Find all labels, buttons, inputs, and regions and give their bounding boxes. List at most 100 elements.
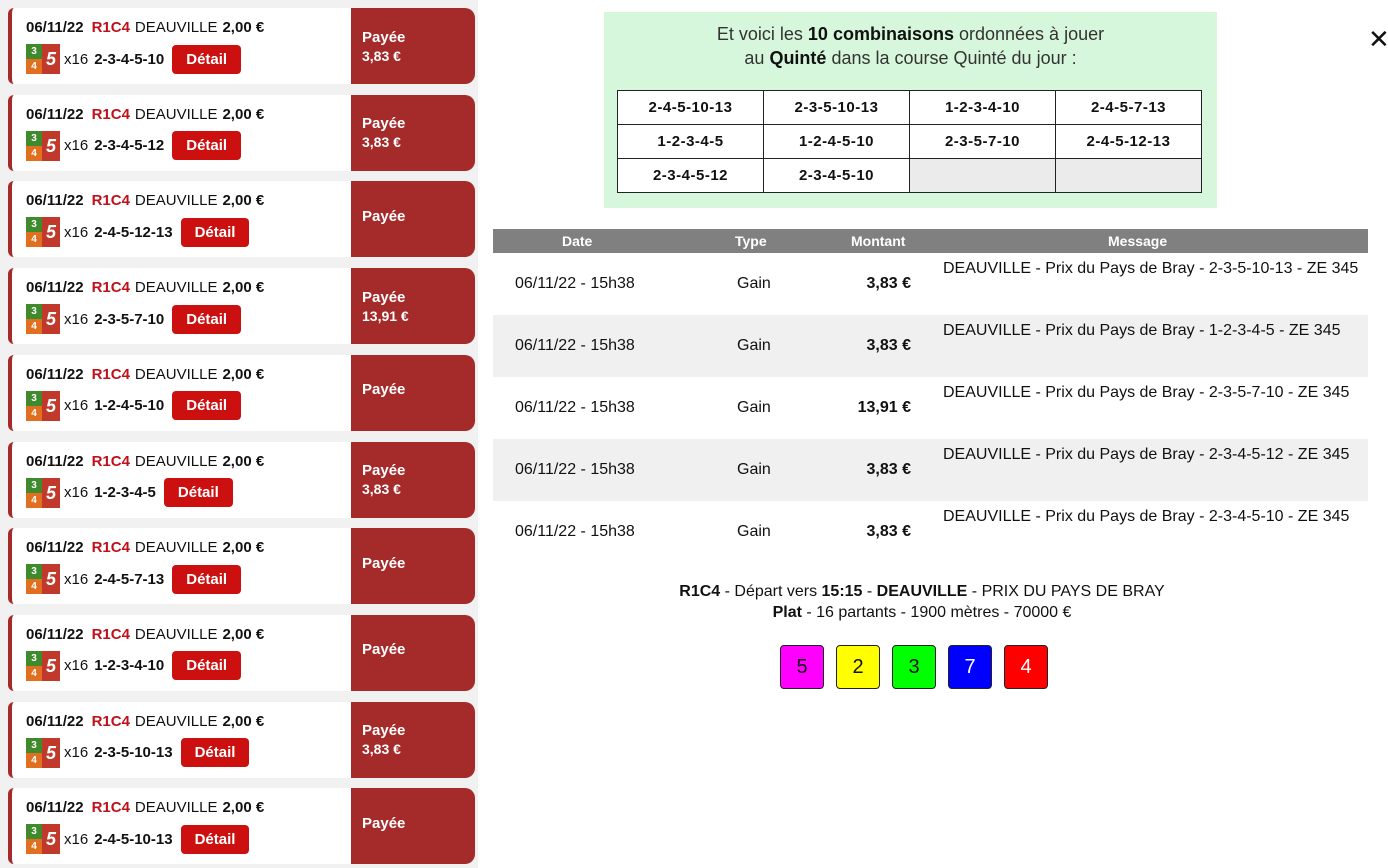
detail-button[interactable]: Détail <box>172 44 242 74</box>
detail-button[interactable]: Détail <box>172 131 242 161</box>
combination-cell: 2-3-5-10-13 <box>763 90 910 125</box>
status-payout: 3,83 € <box>362 481 401 497</box>
bet-combination: 2-3-5-7-10 <box>94 310 165 328</box>
race-venue: DEAUVILLE <box>876 583 968 600</box>
quinte-345-icon: 345 <box>26 44 60 74</box>
bet-status: Payée <box>351 181 475 258</box>
combination-cell <box>1055 158 1202 193</box>
transaction-amount: 3,83 € <box>866 523 911 540</box>
bet-multiplier: x16 <box>64 570 89 588</box>
bet-summary: 06/11/22 R1C4 DEAUVILLE 2,00 € <box>26 799 264 816</box>
bet-status: Payée 3,83 € <box>351 94 475 171</box>
transaction-row: 06/11/22 - 15h38 Gain 13,91 € DEAUVILLE - P… <box>493 377 1368 439</box>
detail-button[interactable]: Détail <box>172 564 242 594</box>
bet-combination-line: 3 4 5 x16 2-3-4-5-12 Détail <box>26 130 242 161</box>
bet-card: 06/11/22 R1C4 DEAUVILLE 2,00 € 3 4 5 x16 2-3-4-5… <box>8 94 475 171</box>
bet-amount: 2,00 € <box>222 365 265 383</box>
bet-combination-line: 3 4 5 x16 2-3-4-5-10 Détail <box>26 44 242 74</box>
badge-digit: 4 <box>26 579 42 595</box>
intro-bet-type: Quinté <box>769 48 827 68</box>
bet-combination-line: 3 4 5 x16 1-2-3-4-5 Détail <box>26 477 233 508</box>
detail-button[interactable]: Détail <box>172 391 242 421</box>
badge-digit: 5 <box>42 130 60 161</box>
detail-button[interactable]: Détail <box>172 304 242 334</box>
bet-status: Payée <box>351 788 475 865</box>
bet-status: Payée <box>351 354 475 431</box>
badge-digit: 5 <box>42 564 60 595</box>
arrival-horses: 52374 <box>780 645 1060 689</box>
bet-date: 06/11/22 <box>26 279 84 297</box>
detail-button[interactable]: Détail <box>180 217 250 247</box>
transaction-message: DEAUVILLE - Prix du Pays de Bray - 1-2-3… <box>943 322 1341 339</box>
status-label: Payée <box>362 288 406 306</box>
badge-digit: 3 <box>26 564 42 580</box>
badge-digit: 4 <box>26 145 42 161</box>
combination-cell: 1-2-4-5-10 <box>763 124 910 159</box>
badge-digit: 4 <box>26 59 42 74</box>
badge-digit: 5 <box>42 650 60 681</box>
combination-row: 2-3-4-5-12 2-3-4-5-10 <box>617 158 1202 193</box>
transaction-message: DEAUVILLE - Prix du Pays de Bray - 2-3-4… <box>943 508 1350 525</box>
bet-summary: 06/11/22 R1C4 DEAUVILLE 2,00 € <box>26 626 264 643</box>
bet-amount: 2,00 € <box>222 19 265 36</box>
bet-combination-line: 3 4 5 x16 2-4-5-7-13 Détail <box>26 564 242 595</box>
badge-digit: 3 <box>26 824 42 840</box>
race-info: R1C4 - Départ vers 15:15 - DEAUVILLE - P… <box>493 581 1351 623</box>
status-label: Payée <box>362 814 406 832</box>
race-name: PRIX DU PAYS DE BRAY <box>981 583 1165 600</box>
combination-cell: 2-4-5-7-13 <box>1055 90 1202 125</box>
bet-venue: DEAUVILLE <box>134 192 218 210</box>
horse-number-badge: 5 <box>780 645 824 689</box>
bet-status: Payée 13,91 € <box>351 268 475 345</box>
bet-race-code: R1C4 <box>91 539 130 557</box>
transactions-header: Date Type Montant Message <box>493 229 1368 253</box>
quinte-345-icon: 345 <box>26 477 60 508</box>
transaction-date: 06/11/22 - 15h38 <box>515 399 635 416</box>
intro-text: dans la course Quinté du jour : <box>826 48 1077 68</box>
status-label: Payée <box>362 381 406 399</box>
bet-status: Payée <box>351 528 475 605</box>
bet-amount: 2,00 € <box>222 105 265 123</box>
bet-date: 06/11/22 <box>26 712 84 730</box>
race-depart-label: - Départ vers <box>720 583 822 600</box>
transaction-amount: 3,83 € <box>866 461 911 478</box>
transaction-date: 06/11/22 - 15h38 <box>515 275 635 292</box>
bet-multiplier: x16 <box>64 397 89 415</box>
badge-digit: 4 <box>26 752 42 768</box>
bet-race-code: R1C4 <box>91 19 130 36</box>
bet-card: 06/11/22 R1C4 DEAUVILLE 2,00 € 3 4 5 x16 2-4-5-1… <box>8 788 475 865</box>
bet-multiplier: x16 <box>64 744 89 762</box>
transaction-type: Gain <box>737 275 771 292</box>
combination-cell: 1-2-3-4-5 <box>617 124 764 159</box>
bet-summary: 06/11/22 R1C4 DEAUVILLE 2,00 € <box>26 106 264 123</box>
race-details: - 16 partants - 1900 mètres - 70000 € <box>801 604 1072 621</box>
bet-history-list: 06/11/22 R1C4 DEAUVILLE 2,00 €3 4 5 x16 2-3-4-5… <box>0 0 478 868</box>
bet-date: 06/11/22 <box>26 539 84 557</box>
detail-button[interactable]: Détail <box>163 478 233 507</box>
status-payout: 3,83 € <box>362 47 401 64</box>
combination-cell: 2-3-5-7-10 <box>909 124 1056 159</box>
bet-date: 06/11/22 <box>26 192 84 210</box>
transaction-type: Gain <box>737 461 771 478</box>
badge-digit: 5 <box>42 737 60 768</box>
bet-race-code: R1C4 <box>91 279 130 297</box>
badge-digit: 3 <box>26 477 42 493</box>
close-icon[interactable]: ✕ <box>1368 26 1388 52</box>
detail-button[interactable]: Détail <box>172 651 242 681</box>
bet-combination: 1-2-4-5-10 <box>94 397 165 415</box>
detail-button[interactable]: Détail <box>180 824 250 854</box>
bet-summary: 06/11/22 R1C4 DEAUVILLE 2,00 € <box>26 192 264 209</box>
quinte-345-icon: 345 <box>26 304 60 335</box>
intro-text: Et voici les <box>716 24 808 44</box>
bet-card: 06/11/22 R1C4 DEAUVILLE 2,00 € 3 4 5 x16 2-3-4-5… <box>8 8 475 84</box>
race-separator: - <box>967 583 982 600</box>
detail-button[interactable]: Détail <box>180 738 250 768</box>
bet-amount: 2,00 € <box>222 279 265 297</box>
status-label: Payée <box>362 554 406 572</box>
bet-amount: 2,00 € <box>222 192 265 210</box>
transaction-amount: 13,91 € <box>857 399 911 416</box>
bet-venue: DEAUVILLE <box>134 452 218 470</box>
bet-combination-line: 3 4 5 x16 2-3-5-7-10 Détail <box>26 304 242 335</box>
badge-digit: 4 <box>26 319 42 335</box>
bet-venue: DEAUVILLE <box>134 19 218 36</box>
